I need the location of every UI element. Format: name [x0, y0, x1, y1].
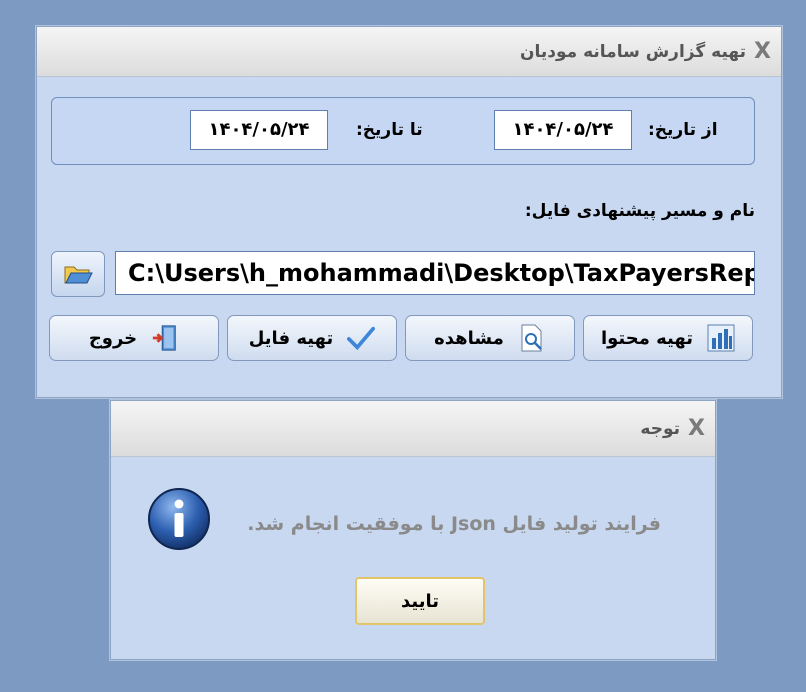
prepare-file-button[interactable]: تهیه فایل	[227, 315, 397, 361]
view-button[interactable]: مشاهده	[405, 315, 575, 361]
report-window-titlebar[interactable]: X تهیه گزارش سامانه مودیان	[37, 27, 781, 77]
folder-open-icon	[64, 266, 93, 284]
exit-button[interactable]: خروج	[49, 315, 219, 361]
date-range-group: از تاریخ: ۱۴۰۴/۰۵/۲۴ تا تاریخ: ۱۴۰۴/۰۵/۲…	[51, 97, 755, 165]
dialog-title: توجه	[640, 418, 681, 439]
prepare-content-button[interactable]: تهیه محتوا	[583, 315, 753, 361]
ok-button[interactable]: تایید	[355, 577, 485, 625]
checkmark-icon	[347, 324, 376, 352]
notice-dialog-titlebar[interactable]: X توجه	[111, 401, 715, 457]
report-window: X تهیه گزارش سامانه مودیان از تاریخ: ۱۴۰…	[36, 26, 782, 398]
window-title: تهیه گزارش سامانه مودیان	[520, 41, 747, 62]
document-search-icon	[518, 324, 546, 352]
view-label: مشاهده	[434, 327, 504, 349]
from-date-field[interactable]: ۱۴۰۴/۰۵/۲۴	[494, 110, 632, 150]
notice-message: فرایند تولید فایل Json با موفقیت انجام ش…	[247, 513, 661, 535]
exit-door-icon	[151, 324, 179, 352]
file-path-label: نام و مسیر پیشنهادی فایل:	[524, 201, 755, 221]
browse-folder-button[interactable]	[51, 251, 105, 297]
to-date-field[interactable]: ۱۴۰۴/۰۵/۲۴	[190, 110, 328, 150]
close-icon[interactable]: X	[754, 39, 771, 64]
info-icon	[148, 488, 210, 550]
prepare-file-label: تهیه فایل	[248, 327, 334, 349]
close-icon[interactable]: X	[688, 416, 705, 441]
file-path-input[interactable]: C:\Users\h_mohammadi\Desktop\TaxPayersRe…	[115, 251, 755, 295]
prepare-content-label: تهیه محتوا	[600, 327, 694, 349]
notice-dialog: X توجه فرایند تولید فایل Json با موفقیت …	[110, 400, 716, 660]
from-date-label: از تاریخ:	[648, 120, 718, 140]
exit-label: خروج	[88, 327, 138, 349]
bar-chart-icon	[707, 324, 735, 352]
to-date-label: تا تاریخ:	[356, 120, 423, 140]
